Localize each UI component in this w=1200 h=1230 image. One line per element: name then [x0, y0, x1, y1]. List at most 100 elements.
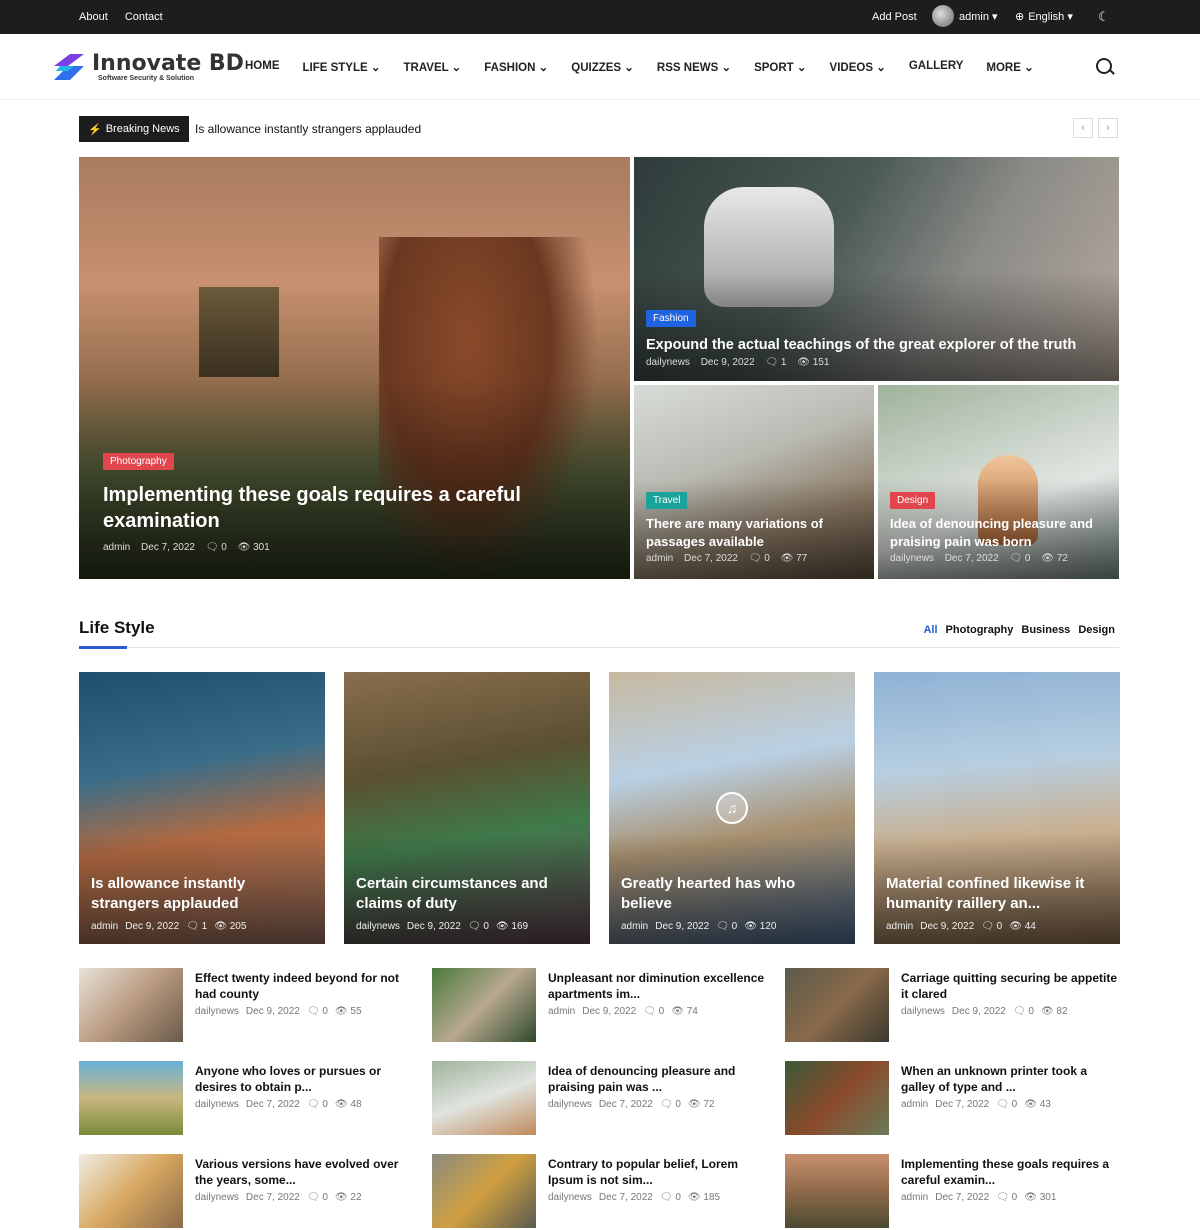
about-link[interactable]: About	[79, 11, 108, 23]
search-icon[interactable]	[1096, 58, 1112, 74]
breaking-news-headline[interactable]: Is allowance instantly strangers applaud…	[195, 122, 421, 136]
list-item[interactable]: Unpleasant nor diminution excellence apa…	[432, 968, 772, 1044]
dark-mode-icon[interactable]: ☾	[1098, 9, 1110, 25]
hero-right-title[interactable]: Idea of denouncing pleasure and praising…	[890, 515, 1111, 551]
post-card[interactable]: ♫ Greatly hearted has who believe admin D…	[609, 672, 855, 944]
post-card[interactable]: Certain circumstances and claims of duty…	[344, 672, 590, 944]
post-author[interactable]: dailynews	[890, 553, 934, 564]
post-title[interactable]: Idea of denouncing pleasure and praising…	[548, 1063, 770, 1095]
post-title[interactable]: Anyone who loves or pursues or desires t…	[195, 1063, 417, 1095]
comment-icon: 🗨 0	[643, 1006, 665, 1017]
post-author[interactable]: dailynews	[548, 1099, 592, 1110]
post-title[interactable]: When an unknown printer took a galley of…	[901, 1063, 1123, 1095]
post-thumbnail[interactable]	[432, 1154, 536, 1228]
post-author[interactable]: admin	[91, 921, 118, 932]
card-title[interactable]: Material confined likewise it humanity r…	[886, 874, 1110, 914]
post-author[interactable]: admin	[548, 1006, 575, 1017]
tab-photography[interactable]: Photography	[946, 624, 1014, 636]
post-title[interactable]: Carriage quitting securing be appetite i…	[901, 970, 1123, 1002]
user-menu[interactable]: admin ▾	[932, 5, 998, 27]
post-thumbnail[interactable]	[79, 1154, 183, 1228]
tab-business[interactable]: Business	[1021, 624, 1070, 636]
post-title[interactable]: Unpleasant nor diminution excellence apa…	[548, 970, 770, 1002]
nav-gallery[interactable]: GALLERY	[909, 60, 964, 74]
card-title[interactable]: Is allowance instantly strangers applaud…	[91, 874, 315, 914]
nav-life-style[interactable]: LIFE STYLE ⌄	[303, 60, 381, 74]
card-title[interactable]: Greatly hearted has who believe	[621, 874, 845, 914]
post-author[interactable]: admin	[621, 921, 648, 932]
post-author[interactable]: dailynews	[195, 1006, 239, 1017]
category-badge[interactable]: Design	[890, 492, 936, 509]
hero-left-post[interactable]: Travel There are many variations of pass…	[634, 385, 874, 579]
list-item[interactable]: Effect twenty indeed beyond for not had …	[79, 968, 419, 1044]
nav-videos[interactable]: VIDEOS ⌄	[830, 60, 886, 74]
post-author[interactable]: dailynews	[548, 1192, 592, 1203]
nav-quizzes[interactable]: QUIZZES ⌄	[571, 60, 634, 74]
list-item[interactable]: Implementing these goals requires a care…	[785, 1154, 1125, 1230]
post-title[interactable]: Implementing these goals requires a care…	[901, 1156, 1123, 1188]
post-card[interactable]: Is allowance instantly strangers applaud…	[79, 672, 325, 944]
hero-left-title[interactable]: There are many variations of passages av…	[646, 515, 866, 551]
chevron-left-icon[interactable]: ‹	[1073, 118, 1093, 138]
post-date: Dec 7, 2022	[245, 1099, 300, 1110]
music-icon[interactable]: ♫	[716, 792, 748, 824]
hero-main-post[interactable]: Photography Implementing these goals req…	[79, 157, 630, 579]
chevron-right-icon[interactable]: ›	[1098, 118, 1118, 138]
card-title[interactable]: Certain circumstances and claims of duty	[356, 874, 580, 914]
nav-home[interactable]: HOME	[245, 60, 280, 74]
logo[interactable]: Innovate BD Software Security & Solution	[50, 50, 244, 84]
tower-shape	[199, 287, 279, 377]
post-thumbnail[interactable]	[785, 1061, 889, 1135]
post-title[interactable]: Effect twenty indeed beyond for not had …	[195, 970, 417, 1002]
nav-more[interactable]: MORE ⌄	[986, 60, 1033, 74]
list-item[interactable]: Various versions have evolved over the y…	[79, 1154, 419, 1230]
nav-travel[interactable]: TRAVEL ⌄	[404, 60, 462, 74]
post-thumbnail[interactable]	[785, 1154, 889, 1228]
list-item[interactable]: Carriage quitting securing be appetite i…	[785, 968, 1125, 1044]
category-badge[interactable]: Fashion	[646, 310, 696, 327]
hero-main-title[interactable]: Implementing these goals requires a care…	[103, 482, 570, 534]
post-author[interactable]: admin	[886, 921, 913, 932]
category-badge[interactable]: Photography	[103, 453, 174, 470]
nav-rss-news[interactable]: RSS NEWS ⌄	[657, 60, 731, 74]
hero-right-post[interactable]: Design Idea of denouncing pleasure and p…	[878, 385, 1119, 579]
contact-link[interactable]: Contact	[125, 11, 163, 23]
post-thumbnail[interactable]	[432, 968, 536, 1042]
post-author[interactable]: admin	[646, 553, 673, 564]
post-author[interactable]: admin	[901, 1099, 928, 1110]
category-badge[interactable]: Travel	[646, 492, 688, 509]
list-item[interactable]: When an unknown printer took a galley of…	[785, 1061, 1125, 1137]
post-thumbnail[interactable]	[785, 968, 889, 1042]
post-author[interactable]: admin	[103, 542, 130, 553]
language-selector[interactable]: ⊕ English ▾	[1015, 10, 1073, 23]
nav-sport[interactable]: SPORT ⌄	[754, 60, 806, 74]
card-meta: admin Dec 9, 2022 🗨 1 👁 205	[91, 921, 253, 932]
post-thumbnail[interactable]	[79, 968, 183, 1042]
tab-all[interactable]: All	[923, 624, 937, 636]
post-author[interactable]: dailynews	[356, 921, 400, 932]
post-author[interactable]: dailynews	[901, 1006, 945, 1017]
nav-fashion[interactable]: FASHION ⌄	[484, 60, 548, 74]
list-item[interactable]: Idea of denouncing pleasure and praising…	[432, 1061, 772, 1137]
post-card[interactable]: Material confined likewise it humanity r…	[874, 672, 1120, 944]
post-author[interactable]: admin	[901, 1192, 928, 1203]
logo-tagline: Software Security & Solution	[98, 74, 195, 82]
list-item[interactable]: Contrary to popular belief, Lorem Ipsum …	[432, 1154, 772, 1230]
post-thumbnail[interactable]	[79, 1061, 183, 1135]
eye-icon: 👁 77	[780, 553, 808, 564]
comment-icon: 🗨 0	[306, 1099, 328, 1110]
tab-design[interactable]: Design	[1078, 624, 1115, 636]
add-post-link[interactable]: Add Post	[872, 11, 917, 23]
post-title[interactable]: Various versions have evolved over the y…	[195, 1156, 417, 1188]
post-title[interactable]: Contrary to popular belief, Lorem Ipsum …	[548, 1156, 770, 1188]
post-author[interactable]: dailynews	[195, 1099, 239, 1110]
hero-top-title[interactable]: Expound the actual teachings of the grea…	[646, 335, 1109, 355]
hero-top-post[interactable]: Fashion Expound the actual teachings of …	[634, 157, 1119, 381]
comment-icon: 🗨 0	[1012, 1006, 1034, 1017]
post-author[interactable]: dailynews	[195, 1192, 239, 1203]
post-date: Dec 9, 2022	[951, 1006, 1006, 1017]
list-item[interactable]: Anyone who loves or pursues or desires t…	[79, 1061, 419, 1137]
post-author[interactable]: dailynews	[646, 357, 690, 368]
hero-left-meta: admin Dec 7, 2022 🗨 0 👁 77	[646, 553, 866, 564]
post-thumbnail[interactable]	[432, 1061, 536, 1135]
